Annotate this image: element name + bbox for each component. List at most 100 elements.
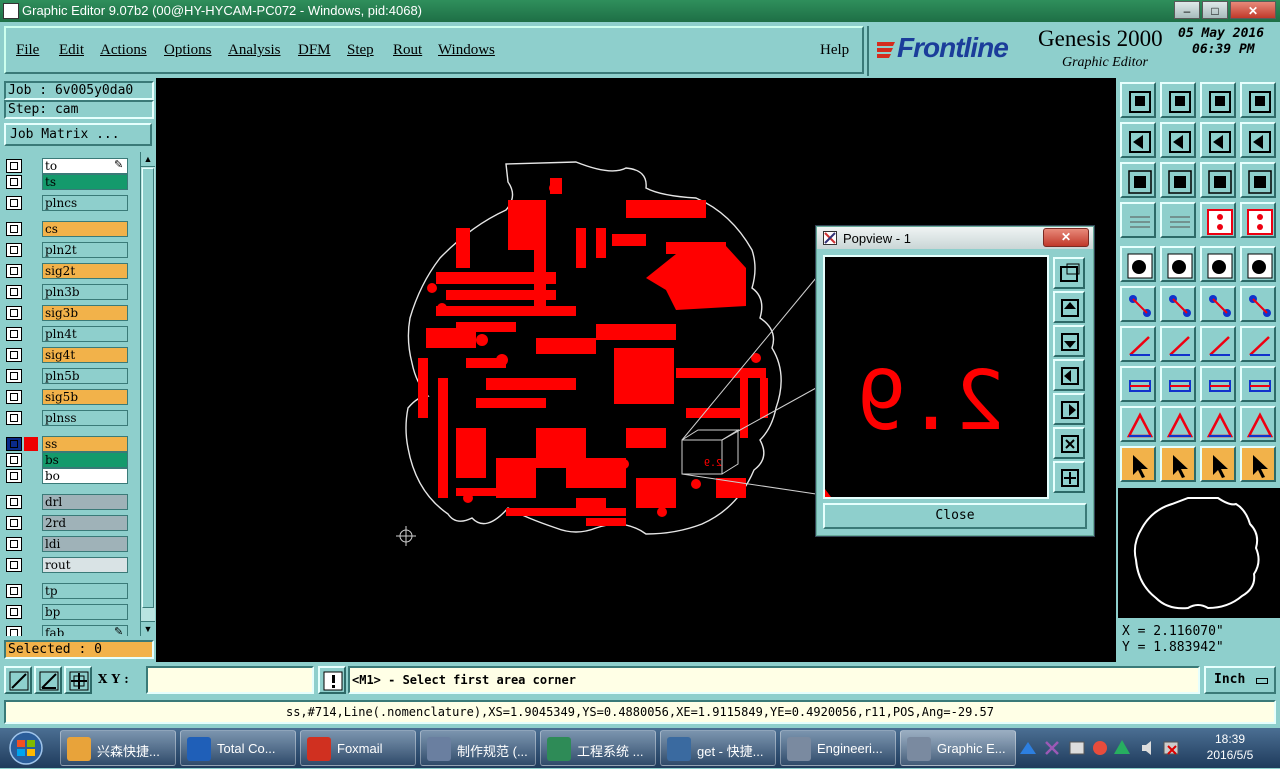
- popview-canvas[interactable]: 2.9: [823, 255, 1049, 499]
- layer-row-sig3b[interactable]: sig3b: [4, 305, 128, 321]
- layer-row-ts[interactable]: ts: [4, 174, 128, 190]
- pointer-box-icon[interactable]: [1160, 446, 1196, 482]
- popview-zoom-window-icon[interactable]: [1053, 257, 1085, 289]
- layer-checkbox[interactable]: [6, 469, 22, 483]
- layer-checkbox[interactable]: [6, 453, 22, 467]
- pan-left-icon[interactable]: [1120, 122, 1156, 158]
- taskbar-item[interactable]: Graphic E...: [900, 730, 1016, 766]
- layer-checkbox[interactable]: [6, 558, 22, 572]
- center-icon[interactable]: [1200, 366, 1236, 402]
- layer-row-pln4t[interactable]: pln4t: [4, 326, 128, 342]
- layer-checkbox[interactable]: [6, 196, 22, 210]
- layer-toggle-a-icon[interactable]: [1200, 202, 1236, 238]
- layer-name[interactable]: pln2t: [42, 242, 128, 258]
- popview-pan-left-icon[interactable]: [1053, 359, 1085, 391]
- layer-checkbox[interactable]: [6, 159, 22, 173]
- snap-shape-icon[interactable]: [1120, 366, 1156, 402]
- layer-name[interactable]: plncs: [42, 195, 128, 211]
- popview-close-button[interactable]: Close: [823, 503, 1087, 529]
- menu-dfm[interactable]: DFM: [298, 42, 331, 59]
- layer-checkbox[interactable]: [6, 369, 22, 383]
- layer-row-plnss[interactable]: plnss: [4, 410, 128, 426]
- add-point-icon[interactable]: [1240, 286, 1276, 322]
- menu-edit[interactable]: Edit: [59, 42, 84, 59]
- taskbar-item[interactable]: 工程系统 ...: [540, 730, 656, 766]
- layer-row-ldi[interactable]: ldi: [4, 536, 128, 552]
- layer-name[interactable]: sig3b: [42, 305, 128, 321]
- layer-name[interactable]: bo: [42, 468, 128, 484]
- triangle-b-icon[interactable]: [1160, 406, 1196, 442]
- line-edit-icon[interactable]: [1160, 326, 1196, 362]
- layer-list-scrollbar[interactable]: ▲ ▼: [140, 152, 155, 636]
- layer-checkbox[interactable]: [6, 626, 22, 636]
- menu-rout[interactable]: Rout: [393, 42, 422, 59]
- layer-row-sig4t[interactable]: sig4t: [4, 347, 128, 363]
- layer-name[interactable]: pln4t: [42, 326, 128, 342]
- layer-checkbox[interactable]: [6, 584, 22, 598]
- layer-checkbox[interactable]: [6, 222, 22, 236]
- layer-name[interactable]: pln3b: [42, 284, 128, 300]
- taskbar-item[interactable]: Total Co...: [180, 730, 296, 766]
- layer-toggle-b-icon[interactable]: [1240, 202, 1276, 238]
- layer-name[interactable]: sig4t: [42, 347, 128, 363]
- scroll-thumb[interactable]: [142, 168, 154, 608]
- ruler-icon[interactable]: [1200, 246, 1236, 282]
- clock[interactable]: 18:39 2016/5/5: [1190, 732, 1270, 762]
- snap-grid-icon[interactable]: [64, 666, 92, 694]
- layer-checkbox[interactable]: [6, 306, 22, 320]
- measure-ruler-icon[interactable]: [1120, 202, 1156, 238]
- pointer-path-icon[interactable]: [1240, 446, 1276, 482]
- connect-points-icon[interactable]: [1120, 286, 1156, 322]
- triangle-c-icon[interactable]: [1200, 406, 1236, 442]
- layer-checkbox[interactable]: [6, 264, 22, 278]
- pan-up-icon[interactable]: [1120, 82, 1156, 118]
- layer-name[interactable]: 2rd: [42, 515, 128, 531]
- popview-pan-up-icon[interactable]: [1053, 291, 1085, 323]
- maximize-button[interactable]: □: [1202, 1, 1228, 19]
- minimize-button[interactable]: –: [1174, 1, 1200, 19]
- menu-windows[interactable]: Windows: [438, 42, 495, 59]
- line-split-icon[interactable]: [1160, 366, 1196, 402]
- menu-options[interactable]: Options: [164, 42, 212, 59]
- popview-zoom-out-icon[interactable]: [1053, 427, 1085, 459]
- scale-1-2-icon[interactable]: [1200, 162, 1236, 198]
- layer-checkbox[interactable]: [6, 243, 22, 257]
- pointer-frame-icon[interactable]: [1200, 446, 1236, 482]
- line-draw-icon[interactable]: [1120, 326, 1156, 362]
- layer-checkbox[interactable]: [6, 537, 22, 551]
- units-dropdown[interactable]: Inch: [1204, 666, 1276, 694]
- grid-icon[interactable]: [1160, 202, 1196, 238]
- layer-name[interactable]: plnss: [42, 410, 128, 426]
- taskbar-item[interactable]: 兴森快捷...: [60, 730, 176, 766]
- layer-name[interactable]: sig2t: [42, 263, 128, 279]
- layer-checkbox[interactable]: [6, 437, 22, 451]
- layer-name[interactable]: rout: [42, 557, 128, 573]
- layer-name[interactable]: sig5b: [42, 389, 128, 405]
- select-area-icon[interactable]: [1160, 246, 1196, 282]
- layer-name[interactable]: tp: [42, 583, 128, 599]
- layer-checkbox[interactable]: [6, 327, 22, 341]
- layer-row-sig5b[interactable]: sig5b: [4, 389, 128, 405]
- layer-row-rout[interactable]: rout: [4, 557, 128, 573]
- triangle-d-icon[interactable]: [1240, 406, 1276, 442]
- fit-window-icon[interactable]: [1240, 82, 1276, 118]
- warning-button-icon[interactable]: [318, 666, 346, 694]
- layer-checkbox[interactable]: [6, 516, 22, 530]
- home-icon[interactable]: [1200, 82, 1236, 118]
- job-matrix-button[interactable]: Job Matrix ...: [4, 123, 152, 146]
- xy-input[interactable]: [146, 666, 314, 694]
- popview-pan-down-icon[interactable]: [1053, 325, 1085, 357]
- popview-zoom-in-icon[interactable]: [1053, 461, 1085, 493]
- layer-checkbox[interactable]: [6, 411, 22, 425]
- triangle-a-icon[interactable]: [1120, 406, 1156, 442]
- pan-right-icon[interactable]: [1160, 122, 1196, 158]
- layer-checkbox[interactable]: [6, 605, 22, 619]
- pointer-icon[interactable]: [1120, 446, 1156, 482]
- layer-name[interactable]: pln5b: [42, 368, 128, 384]
- layer-row-pln3b[interactable]: pln3b: [4, 284, 128, 300]
- undo-icon[interactable]: [1200, 326, 1236, 362]
- taskbar-item[interactable]: Engineeri...: [780, 730, 896, 766]
- layer-name[interactable]: bp: [42, 604, 128, 620]
- layer-checkbox[interactable]: [6, 495, 22, 509]
- layer-name[interactable]: ldi: [42, 536, 128, 552]
